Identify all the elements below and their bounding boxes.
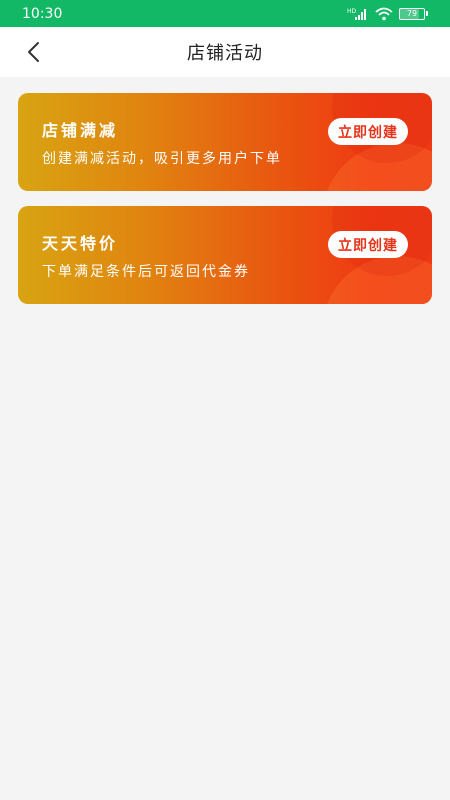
activity-card-full-reduction: 店铺满减 创建满减活动，吸引更多用户下单 立即创建	[18, 93, 432, 191]
back-arrow-icon	[28, 42, 39, 62]
page-title: 店铺活动	[187, 43, 263, 64]
wifi-icon	[375, 7, 393, 20]
activity-list: 店铺满减 创建满减活动，吸引更多用户下单 立即创建 天天特价 下单满足条件后可返…	[18, 93, 432, 319]
network-type-label: HD	[347, 8, 357, 15]
status-time: 10:30	[22, 5, 63, 22]
status-icons: HD 79	[347, 7, 428, 21]
battery-icon: 79	[399, 7, 428, 20]
card-description: 创建满减活动，吸引更多用户下单	[42, 151, 282, 167]
nav-bar: 店铺活动	[0, 27, 450, 77]
back-button[interactable]	[18, 38, 48, 66]
signal-icon: HD	[347, 8, 366, 20]
status-bar: 10:30 HD 79	[0, 0, 450, 27]
card-title: 天天特价	[42, 234, 119, 253]
battery-level: 79	[406, 8, 418, 18]
create-now-button[interactable]: 立即创建	[328, 231, 408, 258]
card-title: 店铺满减	[42, 121, 119, 140]
activity-card-daily-special: 天天特价 下单满足条件后可返回代金券 立即创建	[18, 206, 432, 304]
create-now-button[interactable]: 立即创建	[328, 118, 408, 145]
card-description: 下单满足条件后可返回代金券	[42, 264, 250, 280]
